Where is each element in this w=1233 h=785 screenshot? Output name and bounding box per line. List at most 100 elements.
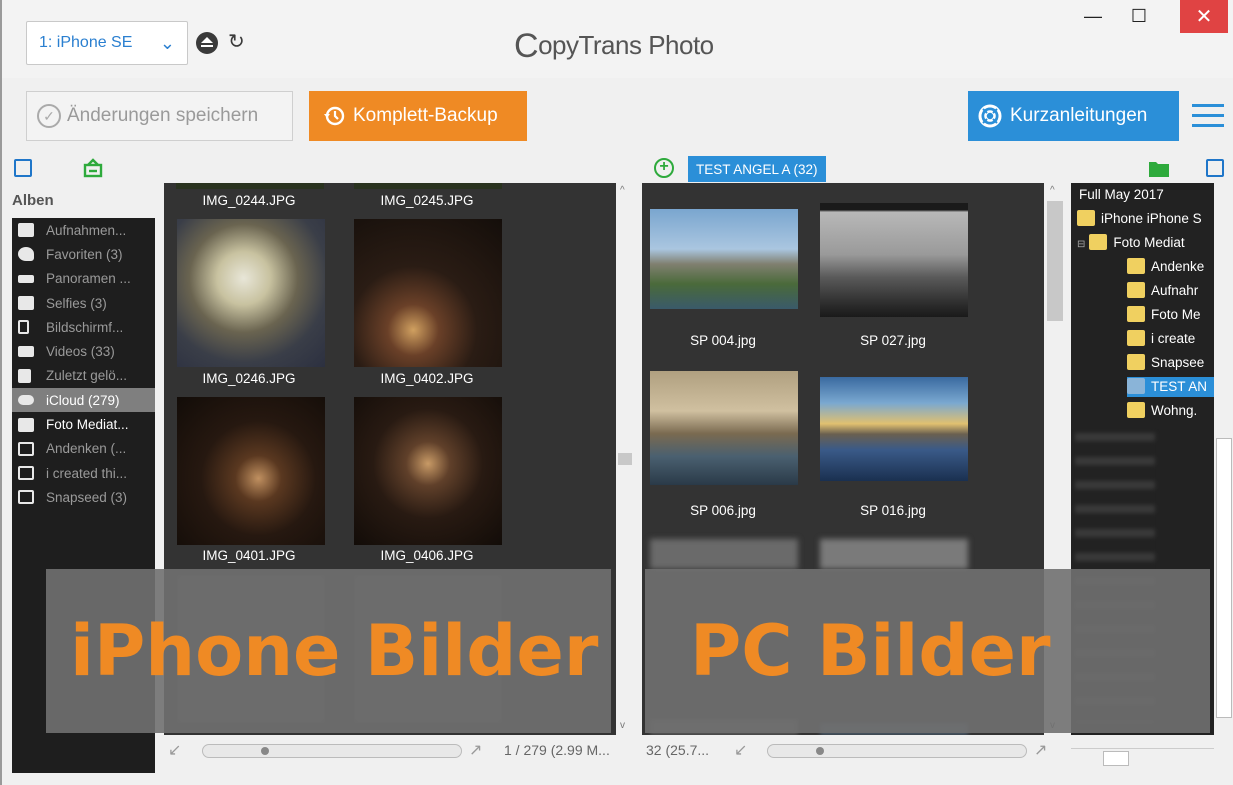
tree-item[interactable]: Wohng. <box>1127 401 1197 421</box>
maximize-button[interactable]: ☐ <box>1116 0 1162 33</box>
folder-icon <box>1127 282 1145 298</box>
iphone-status-bar: ↙ ↗ 1 / 279 (2.99 M... <box>164 738 634 768</box>
album-icon <box>18 466 34 481</box>
camera-roll-icon <box>18 223 34 238</box>
iphone-pictures-overlay: iPhone Bilder <box>46 569 611 733</box>
pc-album-tag[interactable]: TEST ANGEL A (32) <box>688 156 826 182</box>
folder-icon <box>1127 258 1145 274</box>
full-backup-label: Komplett-Backup <box>353 105 498 126</box>
scrollbar-thumb[interactable] <box>1216 438 1232 718</box>
scrollbar-thumb[interactable] <box>1047 201 1063 321</box>
full-backup-button[interactable]: Komplett-Backup <box>309 91 527 141</box>
photo-label: IMG_0401.JPG <box>202 548 296 563</box>
device-select-value: 1: iPhone SE <box>39 34 133 51</box>
panorama-icon <box>18 274 34 283</box>
app-title: CopyTrans Photo <box>514 27 714 65</box>
photo-label: IMG_0402.JPG <box>380 371 474 386</box>
eject-icon[interactable] <box>196 32 218 54</box>
iphone-grid-scrollbar[interactable]: ^ v <box>616 183 634 735</box>
folder-icon[interactable] <box>1148 158 1170 178</box>
history-icon <box>324 106 345 126</box>
quick-guides-button[interactable]: Kurzanleitungen <box>968 91 1179 141</box>
iphone-photo-count: 1 / 279 (2.99 M... <box>504 742 610 758</box>
folder-icon <box>1089 234 1108 250</box>
pc-pictures-overlay: PC Bilder <box>645 569 1210 733</box>
shrink-icon[interactable]: ↙ <box>734 740 747 760</box>
pc-zoom-slider[interactable] <box>767 744 1027 758</box>
photo-thumbnail[interactable] <box>650 371 798 485</box>
app-window: 1: iPhone SE ⌄ ↻ CopyTrans Photo — ☐ ✕ ✓… <box>0 0 1233 785</box>
photo-thumbnail[interactable] <box>354 183 502 189</box>
tree-item[interactable]: i create <box>1127 329 1195 349</box>
photo-thumbnail[interactable] <box>177 219 325 367</box>
photo-label: IMG_0244.JPG <box>202 193 296 208</box>
photo-label: IMG_0406.JPG <box>380 548 474 563</box>
albums-header: Alben <box>12 192 54 209</box>
heart-icon <box>18 247 34 262</box>
tree-item[interactable]: Foto Me <box>1127 305 1201 325</box>
iphone-zoom-slider[interactable] <box>202 744 462 758</box>
new-album-icon[interactable] <box>82 157 104 179</box>
pc-status-bar: 32 (25.7... ↙ ↗ <box>642 738 1062 768</box>
album-item[interactable]: Foto Mediat... <box>12 412 155 436</box>
collapse-right-icon[interactable] <box>1206 159 1224 177</box>
add-album-icon[interactable]: + <box>654 158 674 178</box>
scroll-down-icon[interactable]: v <box>620 720 625 731</box>
photo-thumbnail[interactable] <box>820 377 968 481</box>
album-item[interactable]: i created thi... <box>12 461 155 485</box>
device-select[interactable]: 1: iPhone SE ⌄ <box>26 21 188 65</box>
scrollbar-thumb[interactable] <box>1103 751 1129 766</box>
scroll-up-icon[interactable]: ^ <box>1050 185 1055 196</box>
photo-thumbnail[interactable] <box>176 183 324 189</box>
tree-horizontal-scrollbar[interactable] <box>1071 748 1214 768</box>
tree-item[interactable]: Snapsee <box>1127 353 1204 373</box>
lifebuoy-icon <box>978 104 1002 128</box>
trash-icon <box>18 368 31 383</box>
tree-item[interactable]: iPhone iPhone S <box>1077 209 1202 229</box>
photo-thumbnail[interactable] <box>177 397 325 545</box>
folder-icon <box>1127 330 1145 346</box>
photo-thumbnail[interactable] <box>820 539 968 569</box>
tree-item[interactable]: Andenke <box>1127 257 1204 277</box>
album-item[interactable]: Bildschirmf... <box>12 315 155 339</box>
album-item[interactable]: Andenken (... <box>12 437 155 461</box>
folder-icon <box>1127 378 1145 394</box>
album-item[interactable]: Favoriten (3) <box>12 242 155 266</box>
album-item[interactable]: Zuletzt gelö... <box>12 364 155 388</box>
expand-icon[interactable]: ↗ <box>469 740 482 760</box>
photo-thumbnail[interactable] <box>820 203 968 317</box>
expand-icon[interactable]: ↗ <box>1034 740 1047 760</box>
tree-item[interactable]: ⊟ Foto Mediat <box>1077 233 1185 253</box>
tree-item-selected[interactable]: TEST AN <box>1127 377 1214 397</box>
tree-vertical-scrollbar[interactable] <box>1214 183 1233 735</box>
menu-icon[interactable] <box>1192 104 1224 128</box>
collapse-left-icon[interactable] <box>14 159 32 177</box>
photo-thumbnail[interactable] <box>650 209 798 309</box>
photo-label: SP 006.jpg <box>690 503 756 518</box>
album-item[interactable]: Panoramen ... <box>12 267 155 291</box>
album-item[interactable]: Aufnahmen... <box>12 218 155 242</box>
photo-label: SP 004.jpg <box>690 333 756 348</box>
tree-item[interactable]: Aufnahr <box>1127 281 1198 301</box>
close-button[interactable]: ✕ <box>1180 0 1228 33</box>
minimize-button[interactable]: — <box>1070 0 1116 33</box>
slider-knob[interactable] <box>816 747 824 755</box>
album-item[interactable]: Snapseed (3) <box>12 485 155 509</box>
shrink-icon[interactable]: ↙ <box>168 740 181 760</box>
save-changes-button[interactable]: ✓ Änderungen speichern <box>26 91 293 141</box>
refresh-icon[interactable]: ↻ <box>228 32 248 52</box>
photo-thumbnail[interactable] <box>354 219 502 367</box>
photo-thumbnail[interactable] <box>354 397 502 545</box>
tree-item[interactable]: Full May 2017 <box>1079 185 1164 205</box>
photo-label: IMG_0246.JPG <box>202 371 296 386</box>
pc-photo-count: 32 (25.7... <box>646 742 710 758</box>
scroll-up-icon[interactable]: ^ <box>620 185 625 196</box>
scrollbar-thumb[interactable] <box>618 453 632 465</box>
photo-thumbnail[interactable] <box>650 539 798 569</box>
collapse-icon[interactable]: ⊟ <box>1077 239 1085 250</box>
album-item-selected[interactable]: iCloud (279) <box>12 388 155 413</box>
album-item[interactable]: Selfies (3) <box>12 291 155 315</box>
album-item[interactable]: Videos (33) <box>12 339 155 363</box>
left-panel-toolbar <box>12 155 162 183</box>
slider-knob[interactable] <box>261 747 269 755</box>
